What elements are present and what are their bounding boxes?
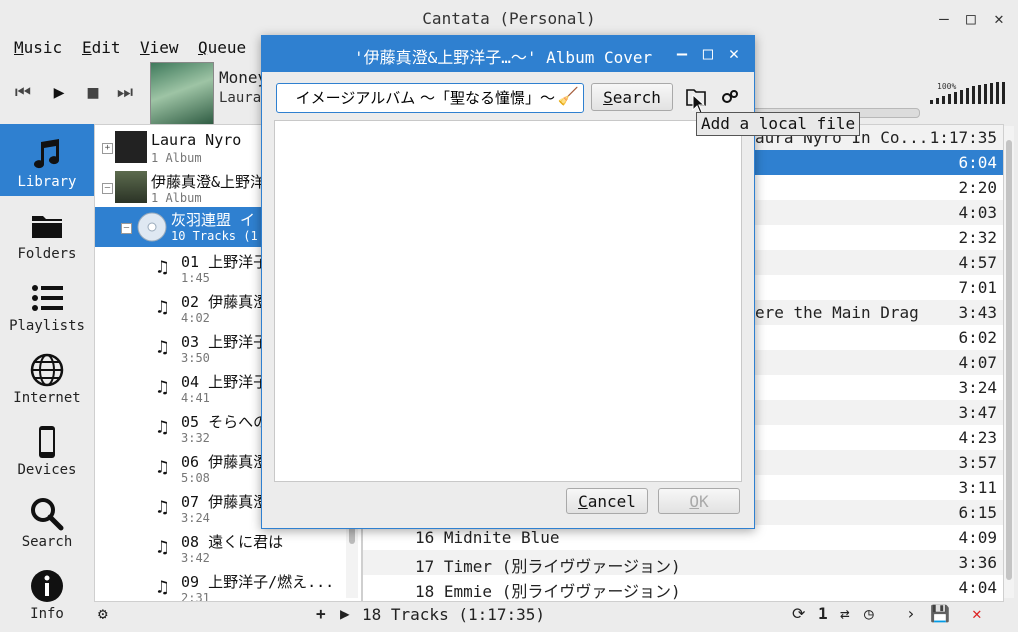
queue-summary: 18 Tracks (1:17:35) xyxy=(362,605,546,624)
sidebar-item-label: Info xyxy=(30,606,64,622)
settings-gear-icon[interactable]: ⚙ xyxy=(98,604,108,623)
cover-search-input[interactable] xyxy=(277,84,559,110)
menu-edit[interactable]: Edit xyxy=(82,38,121,57)
music-note-icon xyxy=(34,139,60,169)
sidebar-item-devices[interactable]: Devices xyxy=(0,412,94,484)
sidebar-item-label: Devices xyxy=(17,462,77,478)
sidebar-item-folders[interactable]: Folders xyxy=(0,196,94,268)
cancel-button[interactable]: Cancel xyxy=(566,488,648,514)
music-note-icon: ♫ xyxy=(157,297,168,318)
artist-thumb xyxy=(115,171,147,203)
music-note-icon: ♫ xyxy=(157,257,168,278)
dialog-title: '伊藤真澄&上野洋子…～' Album Cover xyxy=(354,48,653,67)
music-note-icon: ♫ xyxy=(157,337,168,358)
sidebar: Library Folders Playlists Internet Devic… xyxy=(0,124,94,632)
music-note-icon: ♫ xyxy=(157,497,168,518)
sidebar-item-label: Internet xyxy=(13,390,81,406)
collapse-icon[interactable]: – xyxy=(102,183,113,194)
music-note-icon: ♫ xyxy=(157,417,168,438)
sidebar-item-playlists[interactable]: Playlists xyxy=(0,268,94,340)
dialog-close-icon[interactable]: ✕ xyxy=(724,44,744,64)
disc-icon xyxy=(137,212,167,242)
dialog-minimize-icon[interactable]: — xyxy=(672,44,692,64)
now-playing-artist: Laura xyxy=(219,90,262,106)
sidebar-item-label: Library xyxy=(17,174,77,190)
queue-row[interactable]: 17 Timer (別ライヴヴァージョン) 3:36 xyxy=(363,550,1003,576)
add-to-queue-icon[interactable]: + xyxy=(316,604,326,623)
music-note-icon: ♫ xyxy=(157,537,168,558)
single-mode-indicator[interactable]: 1 xyxy=(818,604,828,623)
menu-music[interactable]: Music xyxy=(14,38,62,57)
next-track-icon[interactable]: ⏭ xyxy=(112,80,138,106)
info-icon xyxy=(31,570,63,602)
close-icon[interactable]: ✕ xyxy=(990,10,1008,28)
sidebar-item-info[interactable]: Info xyxy=(0,556,94,628)
maximize-icon[interactable]: □ xyxy=(962,10,980,28)
ok-button[interactable]: OK xyxy=(658,488,740,514)
minimize-icon[interactable]: — xyxy=(935,10,953,28)
chevron-right-icon[interactable]: › xyxy=(906,604,916,623)
shuffle-icon[interactable]: ⇄ xyxy=(840,604,850,623)
collapse-icon[interactable]: – xyxy=(121,223,132,234)
cover-results-area[interactable] xyxy=(274,120,742,482)
music-note-icon: ♫ xyxy=(157,457,168,478)
search-button[interactable]: Search xyxy=(591,83,673,111)
play-icon[interactable]: ▶ xyxy=(46,80,72,106)
configure-gears-icon[interactable] xyxy=(721,89,739,105)
globe-icon xyxy=(30,353,64,387)
folder-icon xyxy=(32,216,62,238)
clear-queue-icon[interactable]: ✕ xyxy=(972,604,982,623)
play-small-icon[interactable]: ▶ xyxy=(340,604,350,623)
sidebar-item-label: Search xyxy=(21,534,73,550)
stop-icon[interactable]: ■ xyxy=(80,80,106,106)
sidebar-item-internet[interactable]: Internet xyxy=(0,340,94,412)
save-icon[interactable]: 💾 xyxy=(930,604,950,623)
mouse-cursor-icon xyxy=(692,94,706,114)
sidebar-item-search[interactable]: Search xyxy=(0,484,94,556)
queue-scrollbar[interactable] xyxy=(1004,126,1014,598)
sidebar-item-label: Folders xyxy=(17,246,77,262)
phone-icon xyxy=(39,426,55,458)
music-note-icon: ♫ xyxy=(157,377,168,398)
sidebar-item-label: Playlists xyxy=(9,318,85,334)
magnifier-icon xyxy=(31,498,64,531)
now-playing-title: Money xyxy=(219,68,268,87)
window-title: Cantata (Personal) xyxy=(422,9,596,28)
volume-label: 100% xyxy=(937,82,957,91)
repeat-icon[interactable]: ⟳ xyxy=(792,604,805,623)
artist-thumb xyxy=(115,131,147,163)
menu-queue[interactable]: Queue xyxy=(198,38,246,57)
previous-track-icon[interactable]: ⏮ xyxy=(10,80,36,106)
queue-row[interactable]: 18 Emmie (別ライヴヴァージョン) 4:04 xyxy=(363,575,1003,601)
clear-broom-icon[interactable]: 🧹 xyxy=(558,87,579,107)
track-row[interactable]: ♫ 09 上野洋子/燃え... 2:31 xyxy=(95,569,361,601)
sidebar-item-library[interactable]: Library xyxy=(0,124,94,196)
dialog-maximize-icon[interactable]: □ xyxy=(698,44,718,64)
now-playing-cover[interactable] xyxy=(150,62,214,126)
consume-icon[interactable]: ◷ xyxy=(864,604,874,623)
scrollbar-handle[interactable] xyxy=(1006,140,1012,580)
cover-search-field[interactable]: 🧹 xyxy=(276,83,584,113)
expand-icon[interactable]: + xyxy=(102,143,113,154)
music-note-icon: ♫ xyxy=(157,577,168,598)
add-local-file-tooltip: Add a local file xyxy=(696,112,861,136)
track-row[interactable]: ♫ 08 遠くに君は 3:42 xyxy=(95,529,361,569)
album-cover-dialog: '伊藤真澄&上野洋子…～' Album Cover — □ ✕ 🧹 Search… xyxy=(261,35,755,529)
list-icon xyxy=(32,285,63,311)
menu-view[interactable]: View xyxy=(140,38,179,57)
